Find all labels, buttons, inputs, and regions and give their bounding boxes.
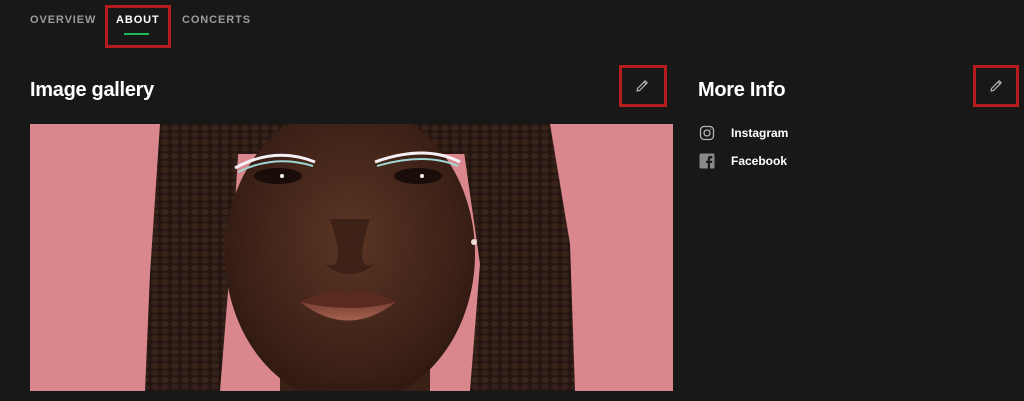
facebook-icon [699, 153, 715, 169]
highlight-box-more-info-edit [973, 65, 1019, 107]
facebook-label: Facebook [731, 154, 788, 168]
highlight-box-about-tab [105, 5, 171, 48]
instagram-label: Instagram [731, 126, 789, 140]
tab-concerts[interactable]: CONCERTS [182, 14, 251, 26]
instagram-link[interactable]: Instagram [699, 125, 788, 141]
highlight-box-gallery-edit [619, 65, 667, 107]
tab-overview[interactable]: OVERVIEW [30, 14, 96, 26]
instagram-icon [699, 125, 715, 141]
facebook-link[interactable]: Facebook [699, 153, 787, 169]
portrait-photo [30, 124, 673, 391]
gallery-image[interactable] [30, 124, 673, 391]
artist-about-page: OVERVIEW ABOUT CONCERTS Image gallery Mo… [0, 0, 1024, 401]
more-info-title: More Info [698, 79, 786, 101]
gallery-title: Image gallery [30, 79, 154, 101]
